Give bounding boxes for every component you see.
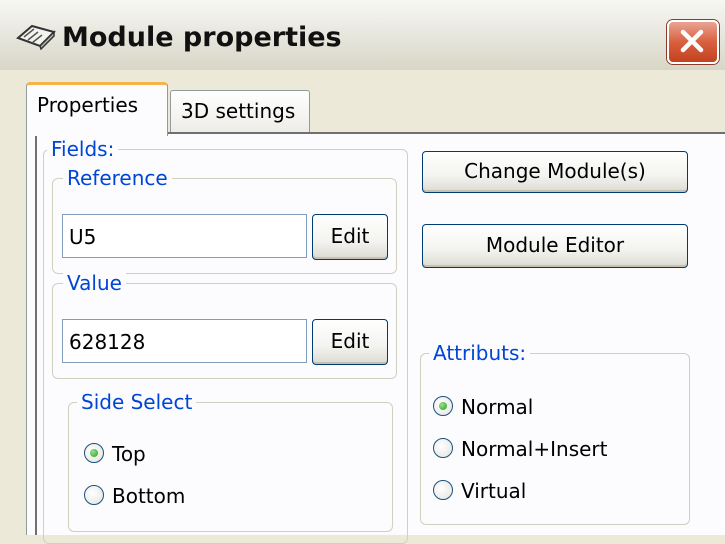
- change-modules-button[interactable]: Change Module(s): [422, 151, 688, 193]
- close-icon: [680, 29, 704, 53]
- module-editor-label: Module Editor: [485, 233, 625, 257]
- side-top-label: Top: [112, 442, 146, 466]
- radio-button-icon: [84, 443, 104, 463]
- dialog-content: Properties 3D settings Fields: Reference…: [0, 70, 725, 544]
- value-group: Value 628128 Edit: [52, 271, 397, 379]
- module-editor-button[interactable]: Module Editor: [422, 224, 688, 268]
- title-bar: Module properties: [0, 0, 725, 71]
- radio-button-icon: [433, 396, 453, 416]
- reference-group: Reference U5 Edit: [52, 166, 397, 274]
- reference-edit-label: Edit: [330, 224, 370, 248]
- reference-input[interactable]: U5: [62, 214, 307, 258]
- value-edit-label: Edit: [330, 329, 370, 353]
- radio-button-icon: [433, 438, 453, 458]
- properties-panel: Fields: Reference U5 Edit Value 628128 E…: [35, 132, 725, 544]
- window-title: Module properties: [62, 22, 342, 53]
- tab-properties-label: Properties: [37, 93, 139, 117]
- value-edit-button[interactable]: Edit: [312, 319, 388, 365]
- fields-group: Fields: Reference U5 Edit Value 628128 E…: [43, 137, 408, 544]
- attributs-legend: Attributs:: [429, 341, 531, 365]
- value-legend: Value: [63, 271, 126, 295]
- radio-button-icon: [84, 485, 104, 505]
- radio-button-icon: [433, 480, 453, 500]
- side-select-legend: Side Select: [77, 390, 197, 414]
- tab-properties[interactable]: Properties: [26, 82, 168, 136]
- attributs-group: Attributs: Normal Normal+Insert Virtual: [420, 341, 690, 525]
- fields-legend: Fields:: [47, 137, 119, 161]
- attribut-normal-label: Normal: [461, 395, 534, 419]
- module-icon: [14, 22, 58, 51]
- side-select-group: Side Select Top Bottom: [68, 390, 393, 532]
- side-bottom-label: Bottom: [112, 484, 186, 508]
- close-button[interactable]: [667, 20, 719, 64]
- tab-3d-settings-label: 3D settings: [181, 99, 296, 123]
- reference-legend: Reference: [63, 166, 172, 190]
- attribut-normal-insert-label: Normal+Insert: [461, 437, 608, 461]
- attribut-virtual-label: Virtual: [461, 479, 527, 503]
- tab-3d-settings[interactable]: 3D settings: [170, 90, 310, 136]
- value-input[interactable]: 628128: [62, 319, 307, 363]
- change-modules-label: Change Module(s): [464, 159, 646, 183]
- reference-edit-button[interactable]: Edit: [312, 214, 388, 260]
